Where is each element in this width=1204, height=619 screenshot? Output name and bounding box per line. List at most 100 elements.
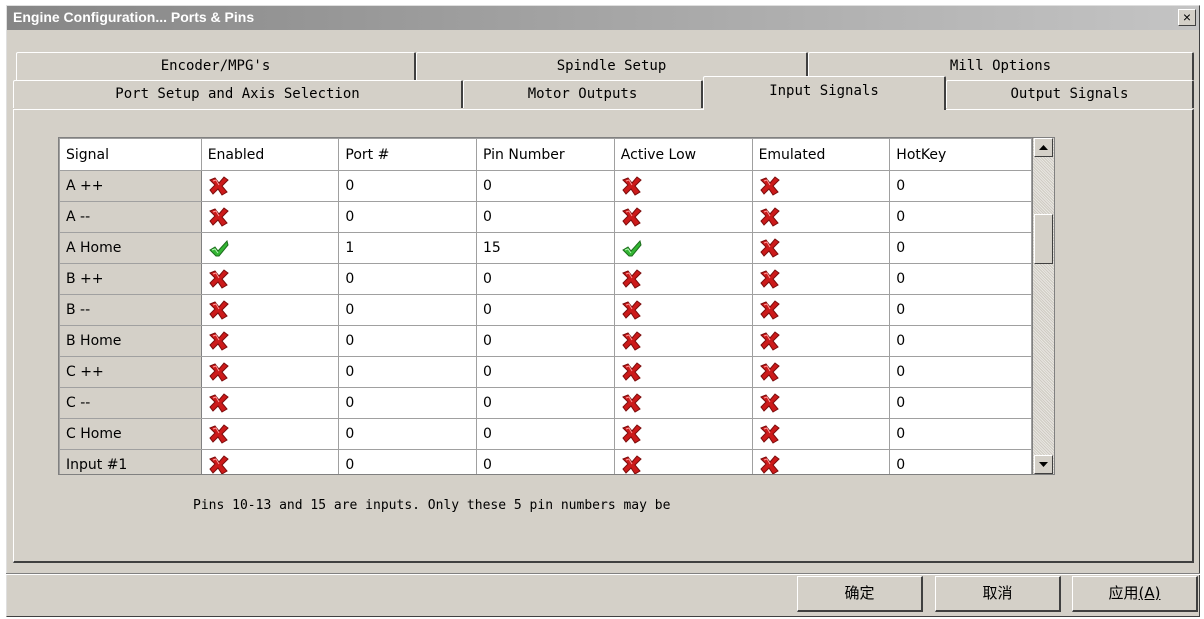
hotkey-cell[interactable]: 0: [889, 232, 1032, 264]
signal-name-cell[interactable]: Input #1: [59, 449, 202, 474]
col-header-emulated[interactable]: Emulated: [751, 138, 891, 171]
pin-number-cell[interactable]: 0: [476, 356, 615, 388]
hotkey-cell[interactable]: 0: [889, 325, 1032, 357]
green-check-icon: [208, 239, 230, 257]
col-header-signal[interactable]: Signal: [59, 138, 202, 171]
enabled-cell[interactable]: [200, 387, 340, 419]
port-cell[interactable]: 0: [338, 356, 477, 388]
col-header-port[interactable]: Port #: [338, 138, 477, 171]
title-bar[interactable]: Engine Configuration... Ports & Pins ×: [7, 6, 1199, 30]
hotkey-cell[interactable]: 0: [889, 294, 1032, 326]
scroll-down-button[interactable]: [1034, 455, 1053, 474]
enabled-cell[interactable]: [200, 263, 340, 295]
signal-name-cell[interactable]: B --: [59, 294, 202, 326]
emulated-cell[interactable]: [751, 263, 891, 295]
pin-number-cell[interactable]: 0: [476, 263, 615, 295]
cancel-button[interactable]: 取消: [935, 576, 1061, 612]
hotkey-cell[interactable]: 0: [889, 201, 1032, 233]
active-low-cell[interactable]: [613, 325, 753, 357]
enabled-cell[interactable]: [200, 325, 340, 357]
table-row: B Home 0 0 0: [59, 325, 1032, 357]
red-x-icon: [621, 455, 643, 474]
emulated-cell[interactable]: [751, 356, 891, 388]
ok-button[interactable]: 确定: [797, 576, 923, 612]
emulated-cell[interactable]: [751, 449, 891, 474]
hotkey-cell[interactable]: 0: [889, 263, 1032, 295]
active-low-cell[interactable]: [613, 356, 753, 388]
tab-motor-outputs[interactable]: Motor Outputs: [463, 80, 703, 108]
red-x-icon: [759, 362, 781, 382]
hotkey-cell[interactable]: 0: [889, 449, 1032, 474]
signal-name-cell[interactable]: A Home: [59, 232, 202, 264]
tab-input-signals[interactable]: Input Signals: [703, 76, 946, 110]
enabled-cell[interactable]: [200, 449, 340, 474]
emulated-cell[interactable]: [751, 418, 891, 450]
pin-number-cell[interactable]: 15: [476, 232, 615, 264]
tab-encoder-mpgs[interactable]: Encoder/MPG's: [16, 52, 416, 80]
pin-number-cell[interactable]: 0: [476, 294, 615, 326]
active-low-cell[interactable]: [613, 449, 753, 474]
pin-number-cell[interactable]: 0: [476, 449, 615, 474]
col-header-pin-number[interactable]: Pin Number: [476, 138, 615, 171]
scroll-up-button[interactable]: [1034, 138, 1053, 157]
red-x-icon: [621, 300, 643, 320]
active-low-cell[interactable]: [613, 263, 753, 295]
signal-name-cell[interactable]: C Home: [59, 418, 202, 450]
port-cell[interactable]: 0: [338, 263, 477, 295]
hotkey-cell[interactable]: 0: [889, 170, 1032, 202]
col-header-enabled[interactable]: Enabled: [200, 138, 340, 171]
hotkey-cell[interactable]: 0: [889, 356, 1032, 388]
emulated-cell[interactable]: [751, 294, 891, 326]
close-button[interactable]: ×: [1178, 9, 1196, 26]
emulated-cell[interactable]: [751, 170, 891, 202]
active-low-cell[interactable]: [613, 387, 753, 419]
pin-number-cell[interactable]: 0: [476, 418, 615, 450]
pin-number-cell[interactable]: 0: [476, 325, 615, 357]
active-low-cell[interactable]: [613, 294, 753, 326]
enabled-cell[interactable]: [200, 232, 340, 264]
apply-button-label: 应用: [1108, 584, 1139, 602]
pin-number-cell[interactable]: 0: [476, 201, 615, 233]
active-low-cell[interactable]: [613, 418, 753, 450]
signal-name-cell[interactable]: C --: [59, 387, 202, 419]
active-low-cell[interactable]: [613, 170, 753, 202]
emulated-cell[interactable]: [751, 325, 891, 357]
emulated-cell[interactable]: [751, 387, 891, 419]
pin-number-cell[interactable]: 0: [476, 170, 615, 202]
col-header-hotkey[interactable]: HotKey: [889, 138, 1032, 171]
port-cell[interactable]: 1: [338, 232, 477, 264]
signal-name-cell[interactable]: B ++: [59, 263, 202, 295]
port-cell[interactable]: 0: [338, 201, 477, 233]
port-cell[interactable]: 0: [338, 325, 477, 357]
hotkey-cell[interactable]: 0: [889, 387, 1032, 419]
apply-button[interactable]: 应用(A): [1072, 576, 1198, 612]
port-cell[interactable]: 0: [338, 418, 477, 450]
enabled-cell[interactable]: [200, 356, 340, 388]
scroll-up-arrow-icon: [1039, 145, 1048, 150]
tab-output-signals[interactable]: Output Signals: [946, 80, 1194, 108]
active-low-cell[interactable]: [613, 232, 753, 264]
port-cell[interactable]: 0: [338, 449, 477, 474]
emulated-cell[interactable]: [751, 201, 891, 233]
emulated-cell[interactable]: [751, 232, 891, 264]
port-cell[interactable]: 0: [338, 387, 477, 419]
signal-name-cell[interactable]: A --: [59, 201, 202, 233]
enabled-cell[interactable]: [200, 201, 340, 233]
scroll-thumb[interactable]: [1034, 214, 1053, 264]
vertical-scrollbar[interactable]: [1033, 137, 1055, 475]
tab-port-setup[interactable]: Port Setup and Axis Selection: [13, 80, 463, 108]
enabled-cell[interactable]: [200, 294, 340, 326]
pin-number-cell[interactable]: 0: [476, 387, 615, 419]
port-cell[interactable]: 0: [338, 170, 477, 202]
enabled-cell[interactable]: [200, 170, 340, 202]
enabled-cell[interactable]: [200, 418, 340, 450]
port-cell[interactable]: 0: [338, 294, 477, 326]
red-x-icon: [759, 238, 781, 258]
signal-name-cell[interactable]: A ++: [59, 170, 202, 202]
hotkey-cell[interactable]: 0: [889, 418, 1032, 450]
active-low-cell[interactable]: [613, 201, 753, 233]
signal-name-cell[interactable]: C ++: [59, 356, 202, 388]
col-header-active-low[interactable]: Active Low: [613, 138, 753, 171]
signal-name-cell[interactable]: B Home: [59, 325, 202, 357]
red-x-icon: [759, 269, 781, 289]
